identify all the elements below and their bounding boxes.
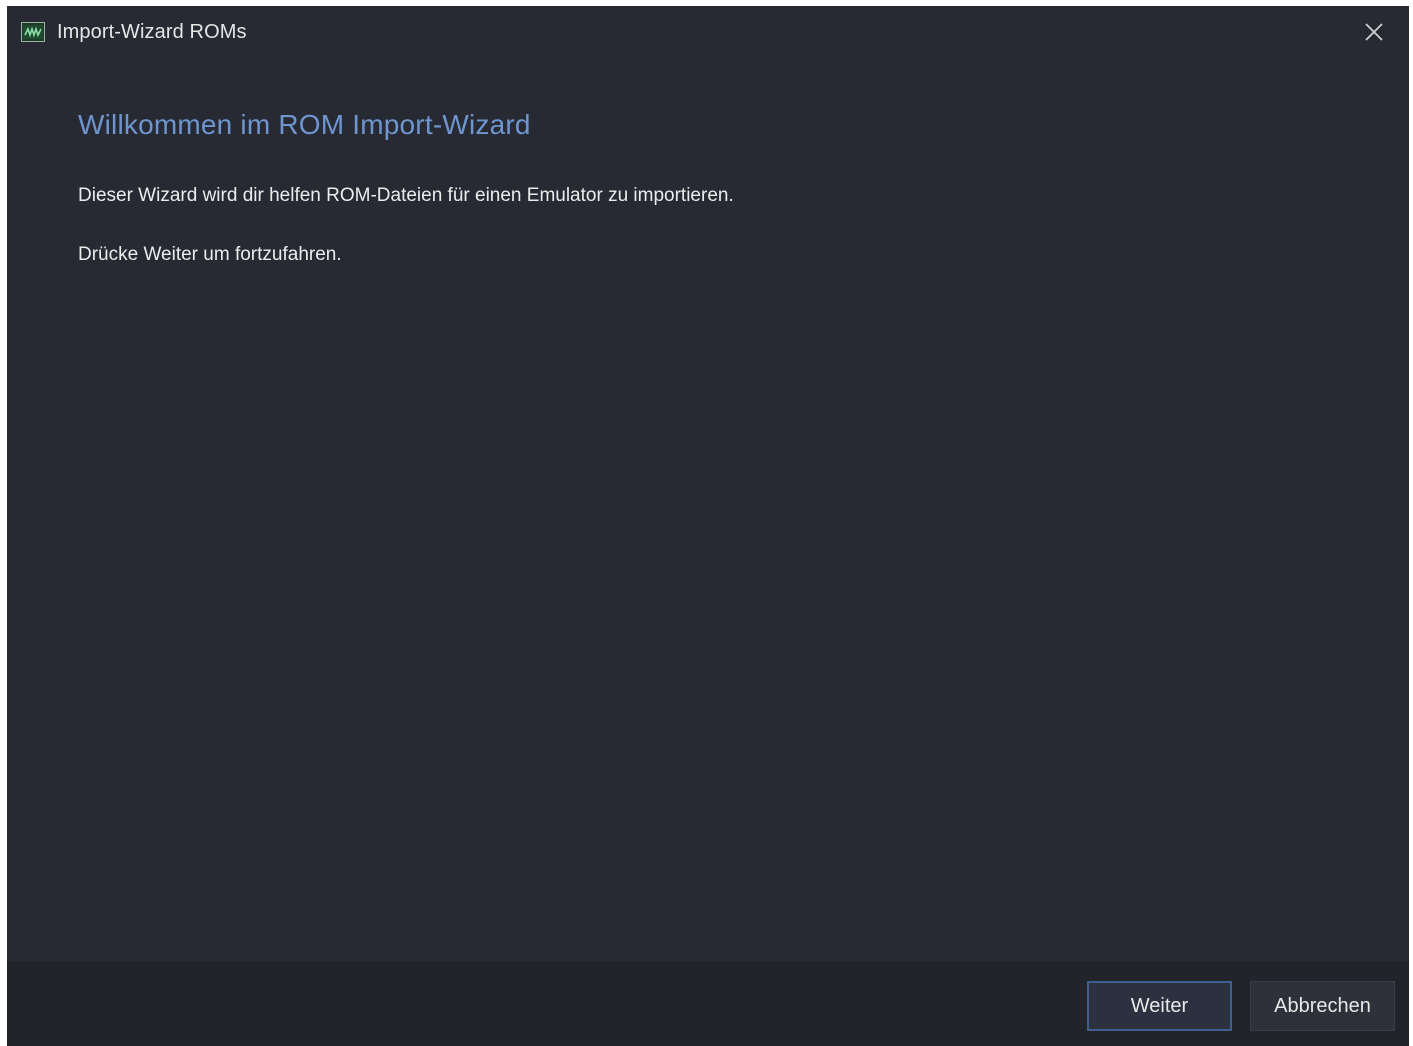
wizard-window: Import-Wizard ROMs Willkommen im ROM Imp… [7,6,1409,1046]
close-icon [1365,23,1383,41]
page-title: Willkommen im ROM Import-Wizard [78,109,531,140]
next-button[interactable]: Weiter [1087,981,1232,1031]
continue-hint-text: Drücke Weiter um fortzufahren. [78,244,342,265]
button-bar: Weiter Abbrechen [7,961,1409,1046]
cancel-button[interactable]: Abbrechen [1250,981,1395,1031]
wizard-content: Willkommen im ROM Import-Wizard Dieser W… [7,58,1409,961]
intro-text: Dieser Wizard wird dir helfen ROM-Dateie… [78,185,734,206]
close-button[interactable] [1361,19,1387,45]
window-title: Import-Wizard ROMs [57,20,247,43]
title-bar[interactable]: Import-Wizard ROMs [7,6,1409,58]
app-icon [21,22,45,42]
